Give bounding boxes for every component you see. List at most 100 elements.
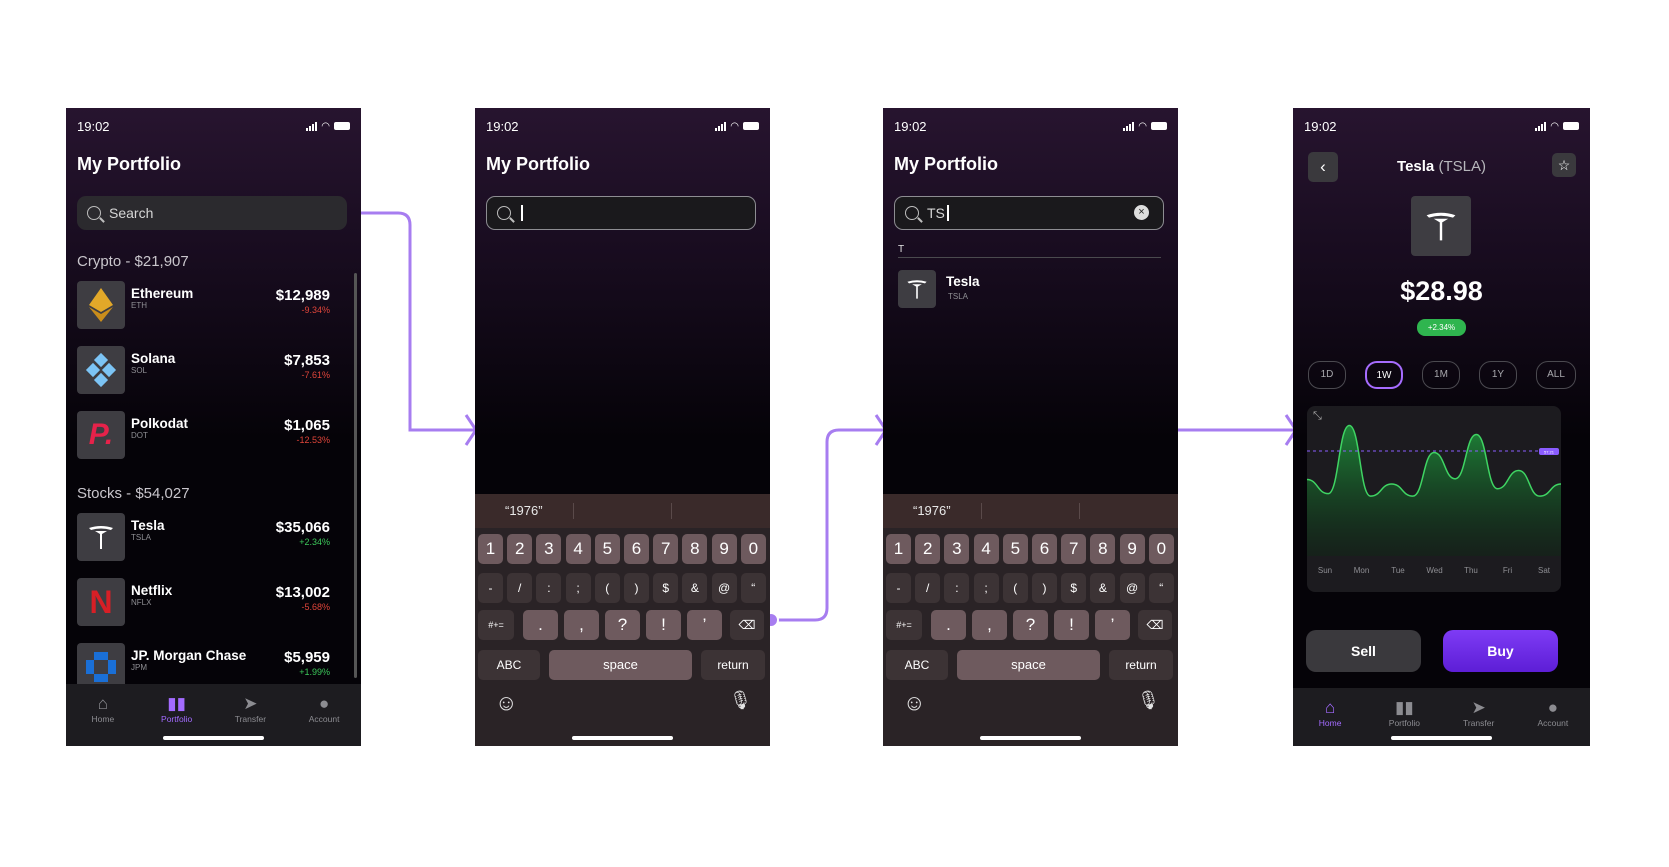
key-2[interactable]: 3: [536, 534, 562, 564]
key-punct[interactable]: ?: [1013, 610, 1048, 640]
key-symbol[interactable]: @: [711, 573, 737, 603]
key-symbol[interactable]: -: [886, 573, 911, 603]
key-3[interactable]: 4: [973, 534, 999, 564]
tab-account[interactable]: ● Account: [1523, 698, 1583, 746]
tab-home[interactable]: ⌂ Home: [1300, 698, 1360, 746]
keyboard: “1976” 1 2 3 4 5 6 7 8 9 0 - /:;() $ & @ “ #+=.,?!’ ⌫ ABC s…: [475, 494, 770, 746]
range-1y[interactable]: 1Y: [1479, 361, 1517, 389]
key-1[interactable]: 2: [507, 534, 533, 564]
range-1d[interactable]: 1D: [1308, 361, 1346, 389]
sell-button[interactable]: Sell: [1306, 630, 1421, 672]
search-input[interactable]: TS ×: [894, 196, 1164, 230]
key-0[interactable]: 1: [886, 534, 911, 564]
suggestion[interactable]: “1976”: [913, 503, 951, 518]
key-8[interactable]: 9: [1119, 534, 1145, 564]
battery-icon: [743, 122, 759, 130]
key-5[interactable]: 6: [1032, 534, 1057, 564]
key-symbol[interactable]: “: [1148, 573, 1174, 603]
key-more-symbols[interactable]: #+=: [886, 610, 922, 640]
backspace-key[interactable]: ⌫: [730, 610, 764, 640]
emoji-icon[interactable]: ☺: [495, 690, 517, 716]
key-symbol[interactable]: $: [653, 573, 679, 603]
signal-icon: [306, 121, 318, 131]
list-item[interactable]: N Netflix NFLX $13,002 -5.68%: [77, 578, 330, 628]
key-7[interactable]: 8: [1090, 534, 1116, 564]
space-key[interactable]: space: [549, 650, 692, 680]
key-punct[interactable]: .: [931, 610, 966, 640]
tab-account[interactable]: ● Account: [294, 694, 354, 746]
page-title: My Portfolio: [894, 154, 998, 174]
key-more-symbols[interactable]: #+=: [478, 610, 514, 640]
key-punct[interactable]: ’: [687, 610, 722, 640]
key-symbol[interactable]: ): [624, 573, 649, 603]
text-caret: [946, 205, 949, 221]
emoji-icon[interactable]: ☺: [903, 690, 925, 716]
key-8[interactable]: 9: [711, 534, 737, 564]
return-key[interactable]: return: [701, 650, 765, 680]
key-3[interactable]: 4: [565, 534, 591, 564]
key-punct[interactable]: !: [646, 610, 681, 640]
key-symbol[interactable]: /: [915, 573, 941, 603]
range-1m[interactable]: 1M: [1422, 361, 1460, 389]
list-item[interactable]: Solana SOL $7,853 -7.61%: [77, 346, 330, 396]
key-6[interactable]: 7: [1061, 534, 1087, 564]
keyboard-suggestions: “1976”: [883, 494, 1178, 528]
key-7[interactable]: 8: [682, 534, 708, 564]
key-symbol[interactable]: $: [1061, 573, 1087, 603]
tab-home[interactable]: ⌂ Home: [73, 694, 133, 746]
key-9[interactable]: 0: [740, 534, 766, 564]
price-chart: ⤡ 57.21 Sun Mon Tue Wed Thu Fri Sat: [1307, 406, 1561, 592]
key-symbol[interactable]: (: [1002, 573, 1028, 603]
search-input[interactable]: [486, 196, 756, 230]
backspace-key[interactable]: ⌫: [1138, 610, 1172, 640]
favorite-button[interactable]: ☆: [1552, 153, 1576, 177]
key-punct[interactable]: ?: [605, 610, 640, 640]
abc-key[interactable]: ABC: [478, 650, 540, 680]
key-5[interactable]: 6: [624, 534, 649, 564]
key-symbol[interactable]: &: [1090, 573, 1116, 603]
list-item[interactable]: Ethereum ETH $12,989 -9.34%: [77, 281, 330, 331]
key-0[interactable]: 1: [478, 534, 503, 564]
key-6[interactable]: 7: [653, 534, 679, 564]
key-symbol[interactable]: “: [740, 573, 766, 603]
key-4[interactable]: 5: [594, 534, 620, 564]
clear-icon[interactable]: ×: [1134, 205, 1149, 220]
key-4[interactable]: 5: [1002, 534, 1028, 564]
space-key[interactable]: space: [957, 650, 1100, 680]
range-1w[interactable]: 1W: [1365, 361, 1403, 389]
key-punct[interactable]: ,: [564, 610, 599, 640]
key-punct[interactable]: !: [1054, 610, 1089, 640]
key-symbol[interactable]: @: [1119, 573, 1145, 603]
buy-button[interactable]: Buy: [1443, 630, 1558, 672]
key-symbol[interactable]: :: [944, 573, 970, 603]
key-9[interactable]: 0: [1148, 534, 1174, 564]
key-punct[interactable]: ,: [972, 610, 1007, 640]
microphone-icon[interactable]: 🎙︎: [729, 690, 752, 711]
key-symbol[interactable]: ;: [565, 573, 591, 603]
key-symbol[interactable]: :: [536, 573, 562, 603]
abc-key[interactable]: ABC: [886, 650, 948, 680]
status-time: 19:02: [77, 118, 110, 134]
list-item[interactable]: Tesla TSLA $35,066 +2.34%: [77, 513, 330, 563]
suggestion[interactable]: “1976”: [505, 503, 543, 518]
key-symbol[interactable]: ): [1032, 573, 1057, 603]
scrollbar[interactable]: [354, 273, 357, 678]
key-symbol[interactable]: &: [682, 573, 708, 603]
key-punct[interactable]: ’: [1095, 610, 1130, 640]
key-punct[interactable]: .: [523, 610, 558, 640]
key-symbol[interactable]: ;: [973, 573, 999, 603]
range-all[interactable]: ALL: [1536, 361, 1576, 389]
battery-icon: [1151, 122, 1167, 130]
microphone-icon[interactable]: 🎙︎: [1137, 690, 1160, 711]
key-symbol[interactable]: /: [507, 573, 533, 603]
return-key[interactable]: return: [1109, 650, 1173, 680]
search-result-item[interactable]: Tesla TSLA: [898, 270, 1018, 320]
key-2[interactable]: 3: [944, 534, 970, 564]
home-indicator: [1391, 736, 1492, 740]
status-bar: 19:02 ◠: [77, 118, 350, 134]
key-1[interactable]: 2: [915, 534, 941, 564]
list-item[interactable]: P. Polkodat DOT $1,065 -12.53%: [77, 411, 330, 461]
search-input[interactable]: Search: [77, 196, 347, 230]
key-symbol[interactable]: -: [478, 573, 503, 603]
key-symbol[interactable]: (: [594, 573, 620, 603]
